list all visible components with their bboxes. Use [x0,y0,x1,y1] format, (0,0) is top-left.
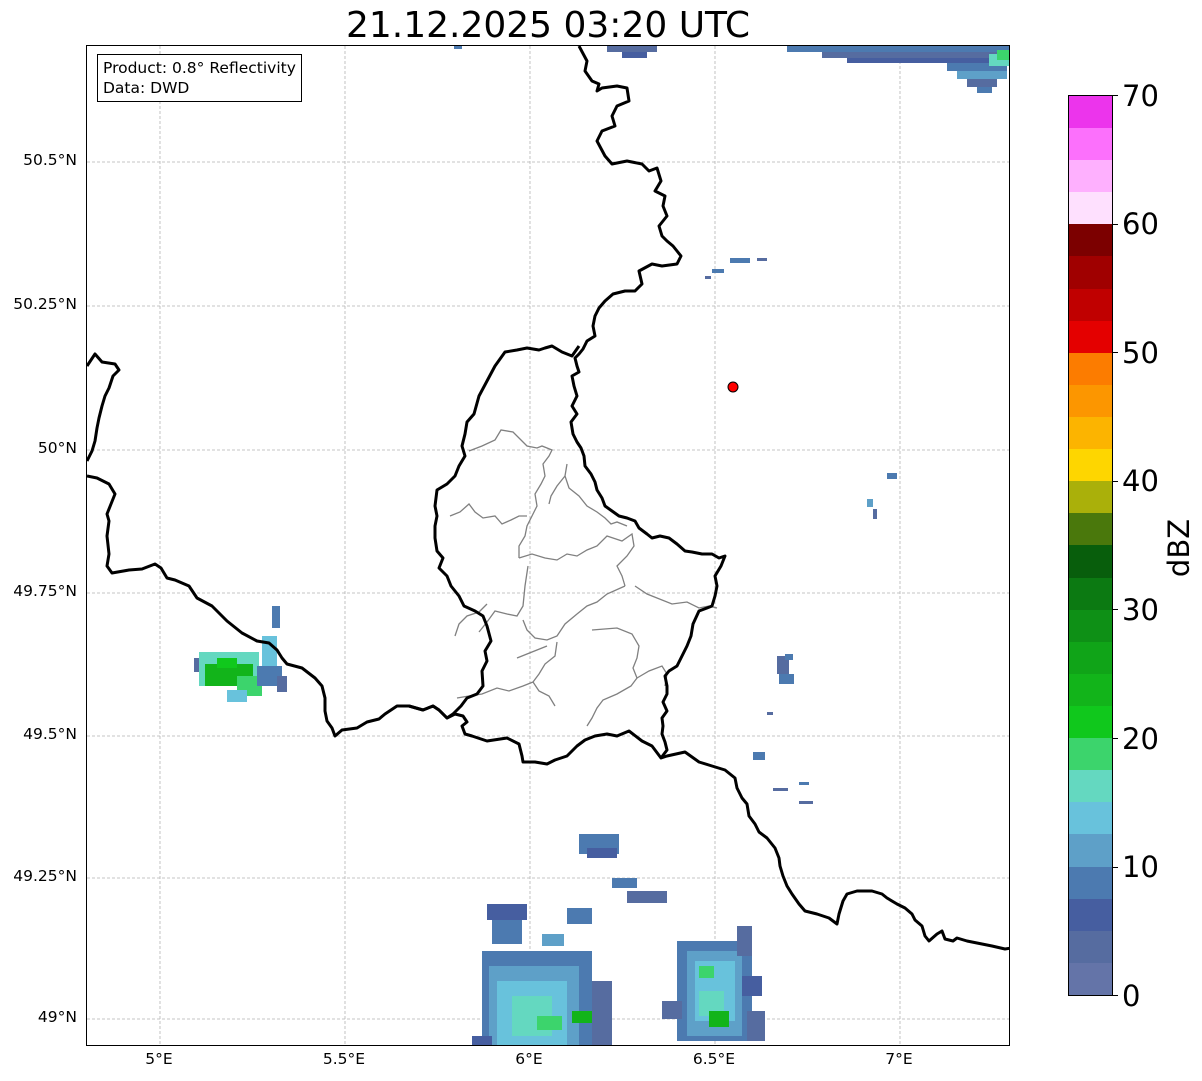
lon-tick-label: 6.5°E [692,1050,736,1068]
map-canvas [87,46,1009,1045]
canton-border-11 [532,641,558,683]
colorbar-segment [1069,866,1112,899]
colorbar-tick-label: 50 [1122,336,1159,370]
colorbar-segment [1069,160,1112,193]
canton-border-5 [548,475,566,505]
radar-map[interactable] [86,45,1010,1046]
canton-border-7 [522,585,626,641]
colorbar-segment [1069,128,1112,161]
colorbar-tick-label: 40 [1122,464,1159,498]
product-info-box: Product: 0.8° Reflectivity Data: DWD [97,54,302,102]
canton-border-2 [468,429,553,558]
colorbar-segment [1069,224,1112,257]
colorbar-segment [1069,738,1112,771]
colorbar-tick-mark [1113,224,1118,225]
map-title: 21.12.2025 03:20 UTC [345,5,751,46]
canton-border-8 [634,585,718,609]
data-source-label: Data: DWD [103,79,190,97]
colorbar-segment [1069,706,1112,739]
colorbar-tick-mark [1113,481,1118,482]
colorbar-segment [1069,577,1112,610]
radar-echoes [194,46,1009,1045]
radar-site-marker [727,381,739,393]
colorbar-segment [1069,352,1112,385]
canton-border-10 [516,645,548,659]
echo-cluster-west [194,606,287,702]
canton-border-3 [518,532,635,587]
colorbar-tick-mark [1113,867,1118,868]
colorbar-segment [1069,95,1112,129]
colorbar-segment [1069,962,1112,995]
colorbar-tick-label: 30 [1122,593,1159,627]
lat-tick-label: 50.5°N [23,151,77,169]
lat-tick-label: 49.75°N [13,582,77,600]
country-borders [87,46,1009,951]
colorbar-segment [1069,898,1112,931]
colorbar-segment [1069,449,1112,482]
colorbar-tick-label: 0 [1122,979,1141,1013]
lat-tick-label: 50°N [37,439,77,457]
canton-border-12 [456,681,534,699]
echo-cluster-top-right [454,46,1009,93]
colorbar-tick-label: 20 [1122,722,1159,756]
colorbar-segment [1069,256,1112,289]
lat-tick-label: 50.25°N [13,295,77,313]
lat-tick-label: 49°N [37,1008,77,1026]
gridlines [87,46,1009,1045]
border-germany-luxembourg-france [569,46,727,759]
colorbar-segment [1069,802,1112,835]
colorbar-segment [1069,384,1112,418]
colorbar-segment [1069,320,1112,353]
colorbar-segment [1069,545,1112,578]
echo-scattered [705,258,897,804]
echo-cluster-south-east [662,926,765,1041]
product-label: Product: 0.8° Reflectivity [103,59,296,77]
colorbar-segment [1069,930,1112,963]
colorbar-tick-label: 70 [1122,79,1159,113]
colorbar-segment [1069,673,1112,707]
colorbar [1068,95,1113,996]
lon-tick-label: 6°E [515,1050,543,1068]
colorbar-segment [1069,641,1112,674]
colorbar-label: dBZ [1162,518,1196,578]
colorbar-tick-label: 10 [1122,850,1159,884]
border-luxembourg-belgium [397,344,581,720]
canton-border-14 [636,665,668,687]
echo-cluster-south [472,834,667,1045]
canton-border-9 [586,627,640,727]
colorbar-segment [1069,288,1112,321]
colorbar-segment [1069,417,1112,450]
canton-border-13 [532,681,556,707]
lat-tick-label: 49.5°N [23,725,77,743]
lat-tick-label: 49.25°N [13,867,77,885]
colorbar-tick-mark [1113,995,1118,996]
colorbar-segment [1069,513,1112,546]
colorbar-segment [1069,834,1112,867]
colorbar-tick-mark [1113,609,1118,610]
colorbar-tick-label: 60 [1122,207,1159,241]
border-west [87,352,121,462]
colorbar-segment [1069,192,1112,225]
canton-border-1 [449,503,527,525]
colorbar-segment [1069,609,1112,642]
colorbar-tick-mark [1113,95,1118,96]
lon-tick-label: 5.5°E [322,1050,366,1068]
lon-tick-label: 7°E [885,1050,913,1068]
canton-borders [449,429,718,727]
colorbar-tick-mark [1113,738,1118,739]
lon-tick-label: 5°E [145,1050,173,1068]
colorbar-tick-mark [1113,352,1118,353]
colorbar-segment [1069,481,1112,514]
colorbar-segment [1069,770,1112,803]
